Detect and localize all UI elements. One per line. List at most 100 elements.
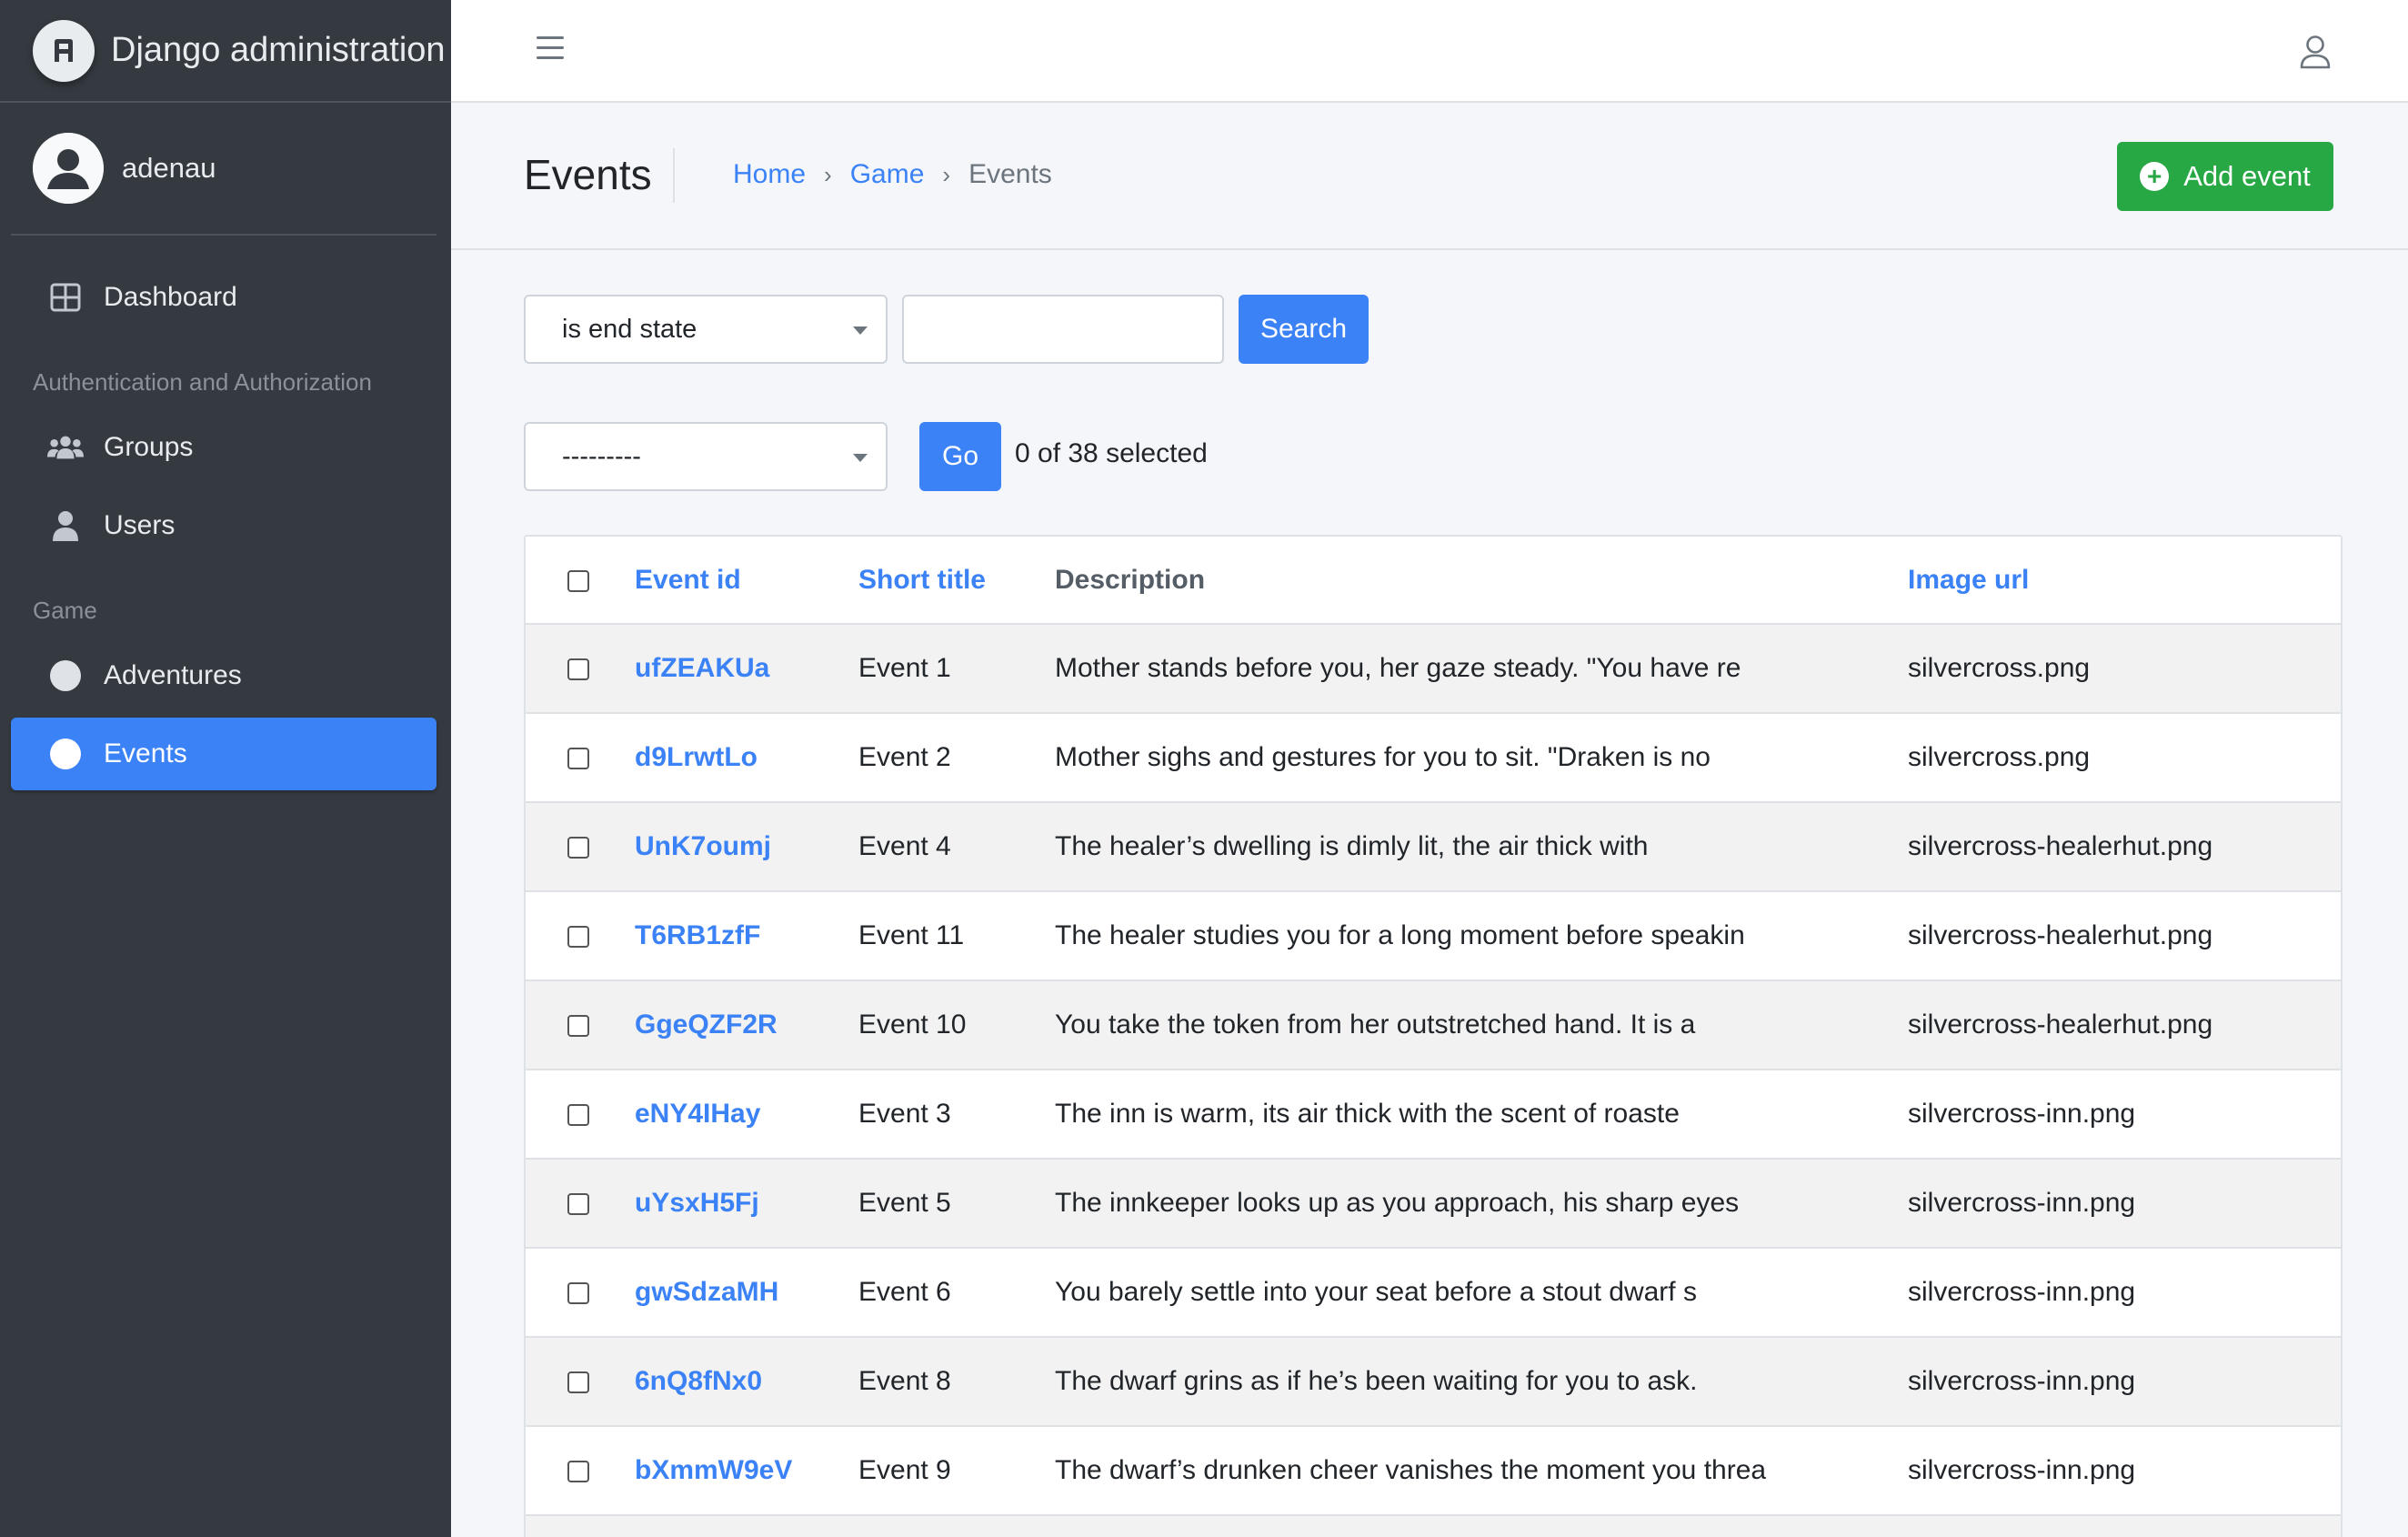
user-menu-icon[interactable] — [2299, 35, 2332, 69]
table-row: ufZEAKUa Event 1 Mother stands before yo… — [526, 624, 2341, 714]
row-select-cell — [526, 1248, 635, 1338]
image-url-cell: silvercross-healerhut.png — [1908, 980, 2341, 1070]
table-row-partial — [526, 1515, 2341, 1537]
event-id-link[interactable]: UnK7oumj — [635, 802, 858, 892]
add-event-label: Add event — [2183, 160, 2311, 192]
image-url-cell: silvercross-inn.png — [1908, 1426, 2341, 1516]
description-cell: The inn is warm, its air thick with the … — [1055, 1070, 1908, 1160]
caret-down-icon — [853, 326, 868, 335]
short-title-cell: Event 11 — [858, 891, 1055, 981]
row-select-cell — [526, 1070, 635, 1160]
image-url-cell: silvercross.png — [1908, 624, 2341, 714]
django-logo-icon — [33, 19, 95, 82]
add-event-button[interactable]: + Add event — [2117, 142, 2333, 211]
select-all-checkbox[interactable] — [567, 569, 589, 592]
action-select[interactable]: --------- — [524, 422, 888, 491]
event-id-link[interactable]: d9LrwtLo — [635, 713, 858, 803]
table-row: bXmmW9eV Event 9 The dwarf’s drunken che… — [526, 1426, 2341, 1516]
event-id-link[interactable]: GgeQZF2R — [635, 980, 858, 1070]
row-checkbox[interactable] — [567, 1104, 589, 1127]
circle-icon — [47, 658, 84, 694]
page-title: Events — [524, 151, 652, 198]
select-all-header — [526, 537, 635, 625]
sidebar-item-label: Events — [104, 738, 187, 768]
sidebar-item-label: Dashboard — [104, 282, 237, 312]
description-cell: Mother sighs and gestures for you to sit… — [1055, 713, 1908, 803]
sidebar-item-events[interactable]: Events — [11, 718, 436, 790]
sidebar-item-adventures[interactable]: Adventures — [11, 639, 436, 712]
user-avatar-icon — [33, 133, 104, 204]
menu-toggle-icon[interactable] — [537, 36, 564, 64]
description-cell: You barely settle into your seat before … — [1055, 1248, 1908, 1338]
table-row: uYsxH5Fj Event 5 The innkeeper looks up … — [526, 1159, 2341, 1249]
image-url-cell: silvercross-healerhut.png — [1908, 891, 2341, 981]
row-select-cell — [526, 802, 635, 892]
search-input[interactable] — [902, 295, 1224, 364]
short-title-cell: Event 5 — [858, 1159, 1055, 1249]
table-row: d9LrwtLo Event 2 Mother sighs and gestur… — [526, 713, 2341, 803]
image-url-cell: silvercross.png — [1908, 713, 2341, 803]
go-button[interactable]: Go — [919, 422, 1001, 491]
event-id-link[interactable]: gwSdzaMH — [635, 1248, 858, 1338]
short-title-cell: Event 1 — [858, 624, 1055, 714]
image-url-cell: silvercross-inn.png — [1908, 1070, 2341, 1160]
brand-title: Django administration — [111, 31, 446, 69]
breadcrumb-home[interactable]: Home — [733, 159, 806, 190]
selected-count: 0 of 38 selected — [1015, 438, 1208, 468]
column-header-short-title[interactable]: Short title — [858, 537, 1055, 625]
results-table: Event id Short title Description Image u… — [526, 537, 2341, 1537]
row-checkbox[interactable] — [567, 837, 589, 859]
user-panel[interactable]: adenau — [11, 103, 436, 236]
row-checkbox[interactable] — [567, 926, 589, 949]
nav-section-auth: Authentication and Authorization — [33, 368, 372, 396]
description-cell: The dwarf’s drunken cheer vanishes the m… — [1055, 1426, 1908, 1516]
column-header-event-id[interactable]: Event id — [635, 537, 858, 625]
row-checkbox[interactable] — [567, 1193, 589, 1216]
event-id-link[interactable]: 6nQ8fNx0 — [635, 1337, 858, 1427]
nav-section-game: Game — [33, 597, 97, 624]
event-id-link[interactable]: bXmmW9eV — [635, 1426, 858, 1516]
row-checkbox[interactable] — [567, 1371, 589, 1394]
short-title-cell: Event 10 — [858, 980, 1055, 1070]
event-id-link[interactable]: uYsxH5Fj — [635, 1159, 858, 1249]
short-title-cell: Event 4 — [858, 802, 1055, 892]
table-row: UnK7oumj Event 4 The healer’s dwelling i… — [526, 802, 2341, 892]
image-url-cell: silvercross-healerhut.png — [1908, 802, 2341, 892]
event-id-link[interactable]: T6RB1zfF — [635, 891, 858, 981]
image-url-cell: silvercross-inn.png — [1908, 1337, 2341, 1427]
user-name: adenau — [122, 152, 216, 184]
row-checkbox[interactable] — [567, 658, 589, 681]
image-url-cell: silvercross-inn.png — [1908, 1159, 2341, 1249]
event-id-link[interactable]: eNY4IHay — [635, 1070, 858, 1160]
description-cell: The healer’s dwelling is dimly lit, the … — [1055, 802, 1908, 892]
event-id-link[interactable]: ufZEAKUa — [635, 624, 858, 714]
search-button[interactable]: Search — [1239, 295, 1369, 364]
user-icon — [47, 507, 84, 544]
column-header-image-url[interactable]: Image url — [1908, 537, 2341, 625]
breadcrumb-game[interactable]: Game — [850, 159, 925, 190]
sidebar-item-dashboard[interactable]: Dashboard — [11, 261, 436, 334]
description-cell: The healer studies you for a long moment… — [1055, 891, 1908, 981]
content-header: Events Home › Game › Events + Add event — [451, 103, 2408, 250]
search-field-value: is end state — [562, 314, 697, 344]
row-checkbox[interactable] — [567, 748, 589, 770]
sidebar-item-label: Adventures — [104, 660, 242, 690]
row-checkbox[interactable] — [567, 1282, 589, 1305]
short-title-cell: Event 6 — [858, 1248, 1055, 1338]
short-title-cell: Event 8 — [858, 1337, 1055, 1427]
short-title-cell: Event 3 — [858, 1070, 1055, 1160]
title-divider — [673, 148, 675, 203]
circle-icon — [47, 736, 84, 772]
table-row: GgeQZF2R Event 10 You take the token fro… — [526, 980, 2341, 1070]
brand-link[interactable]: Django administration — [0, 0, 451, 103]
sidebar-item-groups[interactable]: Groups — [11, 411, 436, 484]
row-checkbox[interactable] — [567, 1015, 589, 1038]
description-cell: The dwarf grins as if he’s been waiting … — [1055, 1337, 1908, 1427]
breadcrumb-separator: › — [824, 160, 832, 188]
description-cell: Mother stands before you, her gaze stead… — [1055, 624, 1908, 714]
column-header-description: Description — [1055, 537, 1908, 625]
row-select-cell — [526, 891, 635, 981]
search-field-select[interactable]: is end state — [524, 295, 888, 364]
sidebar-item-users[interactable]: Users — [11, 489, 436, 562]
row-checkbox[interactable] — [567, 1461, 589, 1483]
